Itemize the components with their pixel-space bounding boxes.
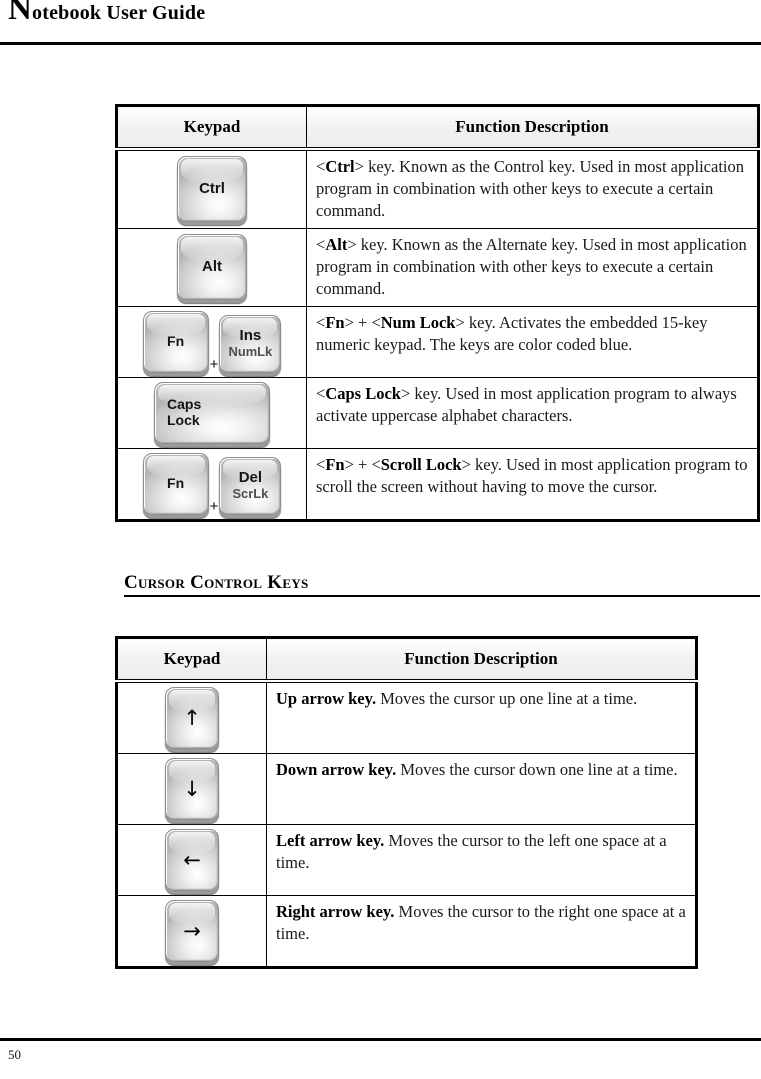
keycap-label: Fn: [167, 474, 185, 491]
description-cell: Up arrow key. Moves the cursor up one li…: [266, 680, 697, 754]
table-row: Caps Lock <Caps Lock> key. Used in most …: [116, 376, 759, 449]
column-header-keypad: Keypad: [116, 105, 307, 151]
keycap-label-primary: Caps: [167, 395, 202, 412]
keycap-group: Fn + Ins NumLk: [142, 310, 282, 373]
arrow-left-icon: ←: [183, 847, 201, 872]
description-cell: Down arrow key. Moves the cursor down on…: [266, 753, 697, 825]
keypad-cell: ←: [116, 824, 267, 896]
keycap-label: Ctrl: [199, 180, 225, 197]
fn-key-icon: Fn: [142, 452, 209, 515]
table-row: Fn + Del ScrLk <Fn> + <Scroll Lock> key.…: [116, 447, 759, 521]
caps-lock-key-icon: Caps Lock: [154, 381, 270, 444]
title-rest: otebook User Guide: [32, 2, 206, 24]
keypad-cell: ↓: [116, 753, 267, 825]
document-title: Notebook User Guide: [8, 0, 206, 27]
fn-key-icon: Fn: [142, 310, 209, 373]
table-row: Fn + Ins NumLk <Fn> + <Num Lock> key. Ac…: [116, 305, 759, 378]
keycap-label-secondary: NumLk: [228, 343, 273, 359]
title-dropcap: N: [8, 0, 33, 27]
description-cell: Right arrow key. Moves the cursor to the…: [266, 895, 697, 968]
footer-divider-rule: [0, 1038, 761, 1041]
table-row: ← Left arrow key. Moves the cursor to th…: [116, 824, 697, 896]
keypad-cell: Fn + Ins NumLk: [116, 305, 307, 378]
table-header-row: Keypad Function Description: [116, 105, 759, 151]
up-arrow-key-icon: ↑: [165, 687, 219, 749]
description-text: Moves the cursor up one line at a time.: [376, 689, 638, 708]
scroll-lock-key-icon: Del ScrLk: [219, 456, 282, 515]
down-arrow-key-icon: ↓: [165, 758, 219, 820]
keycap-label-primary: Ins: [239, 327, 262, 344]
arrow-up-icon: ↑: [183, 705, 201, 730]
page-header: Notebook User Guide: [0, 0, 761, 46]
keypad-cell: Ctrl: [116, 148, 307, 229]
section-heading-cursor-control-keys: Cursor Control Keys: [124, 572, 760, 597]
modifier-keys-table: Keypad Function Description Ctrl <Ctrl> …: [115, 104, 760, 522]
description-cell: <Fn> + <Scroll Lock> key. Used in most a…: [306, 447, 759, 521]
keycap-label: Alt: [202, 257, 222, 275]
table-row: Ctrl <Ctrl> key. Known as the Control ke…: [116, 148, 759, 229]
keypad-cell: Alt: [116, 227, 307, 307]
keycap-group: Caps Lock: [154, 381, 270, 444]
column-header-function-description: Function Description: [266, 637, 697, 683]
column-header-keypad: Keypad: [116, 637, 267, 683]
section-heading-text: Cursor Control Keys: [124, 572, 309, 593]
description-cell: <Fn> + <Num Lock> key. Activates the emb…: [306, 305, 759, 378]
arrow-down-icon: ↓: [183, 776, 201, 801]
description-text: Moves the cursor down one line at a time…: [396, 760, 678, 779]
description-term: Up arrow key.: [276, 689, 377, 708]
description-term: Right arrow key.: [276, 902, 395, 921]
keycap-group: Fn + Del ScrLk: [142, 452, 282, 515]
alt-key-icon: Alt: [177, 234, 247, 301]
description-cell: <Alt> key. Known as the Alternate key. U…: [306, 227, 759, 307]
keypad-cell: ↑: [116, 680, 267, 754]
numlock-key-icon: Ins NumLk: [219, 314, 282, 373]
table-header-row: Keypad Function Description: [116, 637, 697, 683]
keycap-group: Alt: [177, 234, 247, 301]
page-number: 50: [8, 1047, 21, 1062]
cursor-control-keys-table: Keypad Function Description ↑ Up arrow k…: [115, 636, 698, 969]
keycap-label-primary: Del: [238, 469, 263, 486]
keypad-cell: Fn + Del ScrLk: [116, 447, 307, 521]
description-cell: <Caps Lock> key. Used in most applicatio…: [306, 376, 759, 449]
left-arrow-key-icon: ←: [165, 829, 219, 891]
keypad-cell: →: [116, 895, 267, 968]
keycap-label-secondary: Lock: [167, 411, 200, 428]
description-cell: <Ctrl> key. Known as the Control key. Us…: [306, 148, 759, 229]
header-divider-rule: [0, 42, 761, 45]
section-heading-rule: [124, 595, 760, 597]
table-row: Alt <Alt> key. Known as the Alternate ke…: [116, 227, 759, 307]
table-row: ↑ Up arrow key. Moves the cursor up one …: [116, 680, 697, 754]
ctrl-key-icon: Ctrl: [177, 156, 247, 223]
right-arrow-key-icon: →: [165, 900, 219, 962]
column-header-function-description: Function Description: [306, 105, 759, 151]
plus-sign-icon: +: [209, 355, 219, 373]
keycap-label-secondary: ScrLk: [232, 485, 269, 501]
description-cell: Left arrow key. Moves the cursor to the …: [266, 824, 697, 896]
keypad-cell: Caps Lock: [116, 376, 307, 449]
keycap-label: Fn: [167, 332, 185, 349]
keycap-group: Ctrl: [177, 156, 247, 223]
table-row: ↓ Down arrow key. Moves the cursor down …: [116, 753, 697, 825]
arrow-right-icon: →: [183, 918, 201, 943]
table-row: → Right arrow key. Moves the cursor to t…: [116, 895, 697, 968]
plus-sign-icon: +: [209, 497, 219, 515]
description-term: Left arrow key.: [276, 831, 385, 850]
description-term: Down arrow key.: [276, 760, 397, 779]
